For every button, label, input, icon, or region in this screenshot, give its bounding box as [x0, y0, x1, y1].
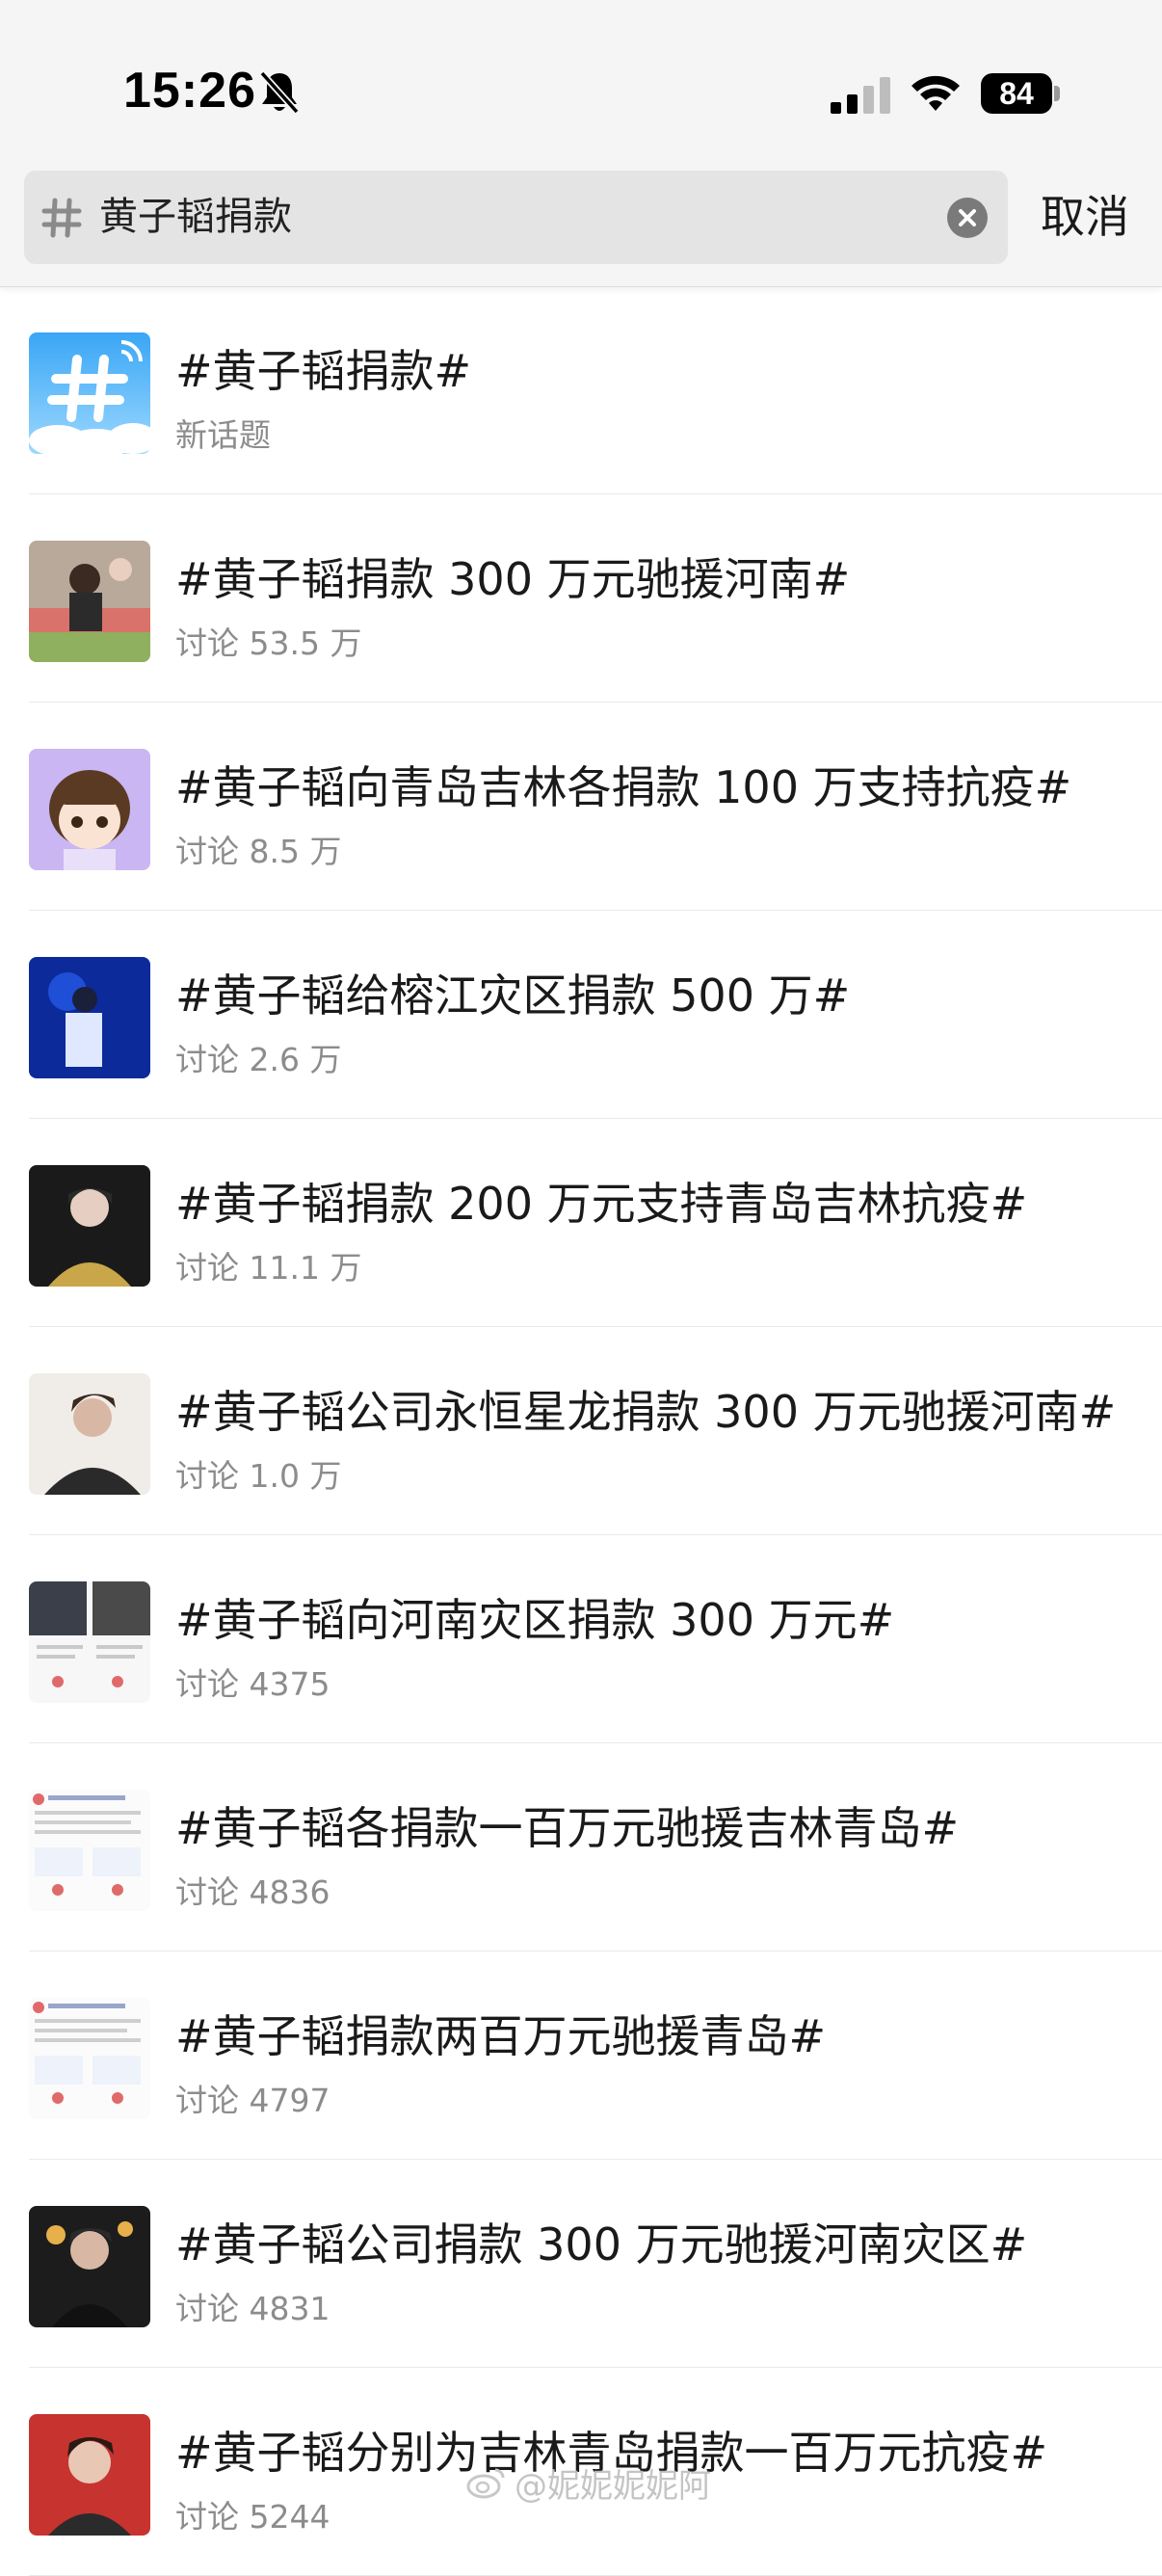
topic-row[interactable]: #黄子韬给榕江灾区捐款 500 万# 讨论 2.6 万 [29, 911, 1162, 1119]
topic-subtitle: 讨论 11.1 万 [175, 1249, 362, 1287]
topic-title: #黄子韬捐款 200 万元支持青岛吉林抗疫# [175, 1178, 1028, 1230]
topic-row[interactable]: #黄子韬捐款 200 万元支持青岛吉林抗疫# 讨论 11.1 万 [29, 1119, 1162, 1327]
watermark: @妮妮妮妮阿 [466, 2456, 711, 2510]
battery-cap [1054, 86, 1060, 101]
topic-subtitle: 讨论 2.6 万 [175, 1041, 342, 1078]
topic-thumbnail [29, 749, 150, 870]
topic-title: #黄子韬捐款 300 万元驰援河南# [175, 553, 851, 605]
topic-subtitle: 讨论 53.5 万 [175, 624, 362, 662]
topic-title: #黄子韬给榕江灾区捐款 500 万# [175, 969, 851, 1022]
topic-row[interactable]: #黄子韬公司捐款 300 万元驰援河南灾区# 讨论 4831 [29, 2160, 1162, 2368]
topic-thumbnail [29, 1790, 150, 1911]
topic-subtitle: 讨论 4375 [175, 1665, 330, 1703]
topic-row[interactable]: #黄子韬向青岛吉林各捐款 100 万支持抗疫# 讨论 8.5 万 [29, 703, 1162, 911]
topic-title: #黄子韬向青岛吉林各捐款 100 万支持抗疫# [175, 761, 1072, 813]
watermark-text: @妮妮妮妮阿 [515, 2466, 711, 2506]
cellular-signal-icon [831, 77, 890, 114]
search-query[interactable]: 黄子韬捐款 [99, 171, 292, 264]
topic-thumbnail [29, 2414, 150, 2536]
topic-title: #黄子韬捐款两百万元驰援青岛# [175, 2010, 827, 2062]
topic-row[interactable]: #黄子韬捐款# 新话题 [29, 286, 1162, 494]
wifi-icon [911, 75, 960, 111]
battery-icon: 84 [981, 73, 1052, 114]
search-input[interactable]: 黄子韬捐款 [24, 171, 1008, 264]
topic-row[interactable]: #黄子韬向河南灾区捐款 300 万元# 讨论 4375 [29, 1535, 1162, 1743]
topic-row[interactable]: #黄子韬捐款 300 万元驰援河南# 讨论 53.5 万 [29, 494, 1162, 703]
topic-subtitle: 讨论 8.5 万 [175, 833, 342, 870]
topic-thumbnail [29, 541, 150, 662]
topic-title: #黄子韬公司永恒星龙捐款 300 万元驰援河南# [175, 1386, 1117, 1438]
topic-row[interactable]: #黄子韬捐款两百万元驰援青岛# 讨论 4797 [29, 1952, 1162, 2160]
topic-title: #黄子韬向河南灾区捐款 300 万元# [175, 1594, 895, 1646]
topic-title: #黄子韬公司捐款 300 万元驰援河南灾区# [175, 2218, 1028, 2271]
topic-row[interactable]: #黄子韬各捐款一百万元驰援吉林青岛# 讨论 4836 [29, 1743, 1162, 1952]
top-bar: 15:26 84 黄子韬捐款 取消 [0, 0, 1162, 287]
clear-icon[interactable] [947, 198, 988, 238]
topic-title: #黄子韬捐款# [175, 345, 472, 397]
topic-subtitle: 新话题 [175, 416, 271, 454]
topic-subtitle: 讨论 4797 [175, 2082, 330, 2119]
topic-thumbnail [29, 957, 150, 1078]
bell-muted-icon [259, 70, 300, 115]
topic-thumbnail [29, 1373, 150, 1495]
topic-row[interactable]: #黄子韬公司永恒星龙捐款 300 万元驰援河南# 讨论 1.0 万 [29, 1327, 1162, 1535]
topic-subtitle: 讨论 4831 [175, 2290, 330, 2327]
topic-thumbnail [29, 1581, 150, 1703]
status-time: 15:26 [123, 63, 256, 119]
topic-subtitle: 讨论 4836 [175, 1873, 330, 1911]
topic-thumbnail [29, 1998, 150, 2119]
topic-subtitle: 讨论 5244 [175, 2498, 330, 2536]
topic-thumbnail [29, 1165, 150, 1287]
cancel-button[interactable]: 取消 [1041, 171, 1129, 264]
topic-thumbnail [29, 2206, 150, 2327]
topic-title: #黄子韬各捐款一百万元驰援吉林青岛# [175, 1802, 960, 1854]
topic-results-list: #黄子韬捐款# 新话题 #黄子韬捐款 300 万元驰援河南# 讨论 53.5 万 [0, 286, 1162, 2576]
topic-subtitle: 讨论 1.0 万 [175, 1457, 342, 1495]
new-topic-icon [29, 332, 150, 454]
hashtag-icon [41, 198, 82, 238]
weibo-logo-icon [466, 2468, 505, 2499]
